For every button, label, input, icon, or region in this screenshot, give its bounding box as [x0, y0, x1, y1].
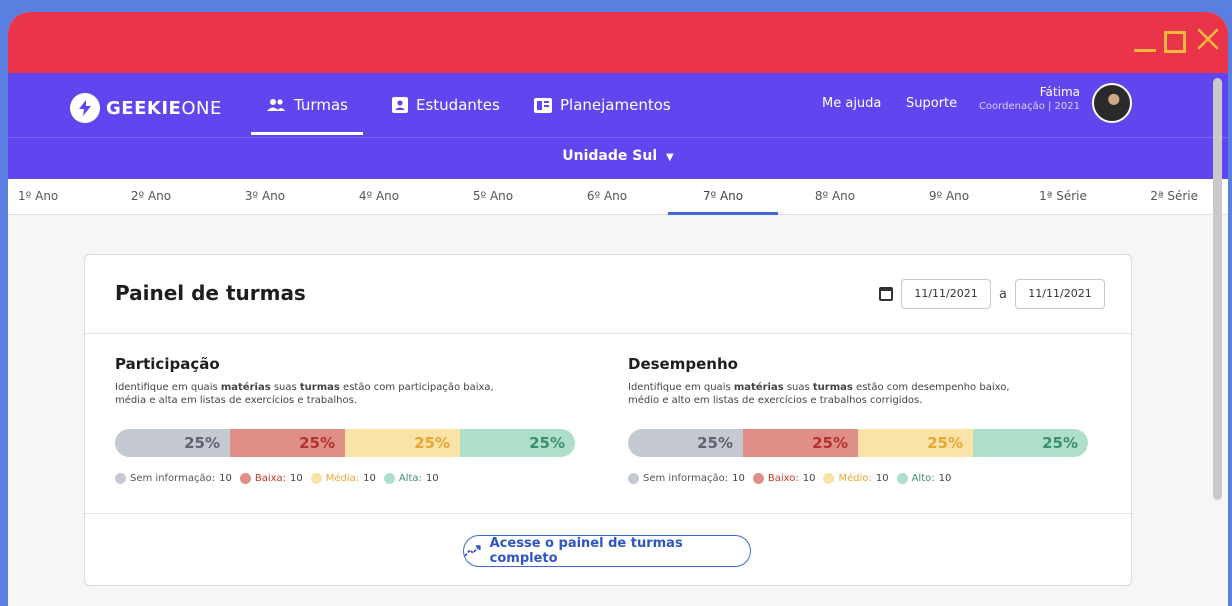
calendar-icon[interactable]	[879, 287, 894, 301]
date-range: 11/11/2021 a 11/11/2021	[879, 279, 1105, 309]
maximize-icon[interactable]	[1164, 31, 1186, 53]
minimize-icon[interactable]	[1134, 49, 1156, 52]
legend-count: 10	[802, 473, 816, 484]
legend-dot	[383, 473, 395, 484]
grade-tab[interactable]: 1ª Série	[1008, 179, 1118, 215]
vertical-scrollbar[interactable]	[1213, 78, 1222, 500]
caret-down-icon: ▼	[666, 152, 674, 163]
user-name: Fátima	[1039, 85, 1080, 99]
lightning-icon	[70, 93, 100, 123]
grade-tab[interactable]: 6º Ano	[552, 179, 662, 215]
legend-count: 10	[938, 473, 952, 484]
divider	[85, 333, 1131, 334]
participation-title: Participação	[115, 355, 220, 373]
app-window: GEEKIEONE Turmas Estudantes Planejamento…	[8, 12, 1228, 606]
student-card-icon	[392, 97, 408, 113]
legend-dot	[310, 473, 322, 484]
participation-bar: 25% 25% 25% 25%	[115, 429, 575, 457]
support-link[interactable]: Suporte	[906, 96, 957, 111]
legend-label: Médio:	[838, 473, 872, 484]
grade-tab[interactable]: 2º Ano	[96, 179, 206, 215]
user-role: Coordenação | 2021	[978, 101, 1080, 112]
unit-selector-label: Unidade Sul	[562, 148, 658, 164]
legend-dot	[115, 473, 126, 484]
grade-tab[interactable]: 5º Ano	[438, 179, 548, 215]
performance-bar: 25% 25% 25% 25%	[628, 429, 1088, 457]
tab-estudantes-label: Estudantes	[416, 96, 500, 114]
bar-segment: 25%	[858, 429, 973, 457]
legend-count: 10	[290, 473, 303, 484]
legend-dot	[239, 473, 251, 484]
legend-count: 10	[875, 473, 889, 484]
bar-segment: 25%	[973, 429, 1088, 457]
legend-label: Baixo:	[767, 473, 799, 484]
legend-label: Alta:	[398, 473, 422, 484]
logo-text: GEEKIEONE	[106, 97, 222, 119]
bar-segment: 25%	[115, 429, 230, 457]
participation-section: Participação Identifique em quais matéri…	[115, 355, 575, 484]
legend-label: Sem informação:	[130, 473, 216, 484]
tab-planejamentos-label: Planejamentos	[560, 96, 671, 114]
participation-description: Identifique em quais matérias suas turma…	[115, 382, 494, 406]
tab-turmas[interactable]: Turmas	[251, 73, 363, 137]
date-to-input[interactable]: 11/11/2021	[1015, 279, 1105, 309]
planner-icon	[534, 97, 552, 113]
legend-dot	[896, 473, 908, 484]
grade-tab[interactable]: 1º Ano	[8, 179, 68, 215]
unit-bar: Unidade Sul ▼	[8, 137, 1228, 179]
performance-description: Identifique em quais matérias suas turma…	[628, 382, 1010, 406]
legend-label: Sem informação:	[643, 473, 729, 484]
top-navbar: GEEKIEONE Turmas Estudantes Planejamento…	[8, 73, 1228, 137]
legend-label: Média:	[325, 473, 360, 484]
legend-label: Alto:	[911, 473, 935, 484]
grade-tab[interactable]: 2ª Série	[1116, 179, 1206, 215]
bar-segment: 25%	[628, 429, 743, 457]
close-icon[interactable]	[1196, 27, 1220, 51]
active-tab-indicator	[251, 132, 363, 135]
legend-dot	[628, 473, 639, 484]
legend-count: 10	[363, 473, 376, 484]
bar-segment: 25%	[460, 429, 575, 457]
legend-label: Baixa:	[254, 473, 287, 484]
tab-planejamentos[interactable]: Planejamentos	[534, 73, 671, 137]
unit-selector[interactable]: Unidade Sul ▼	[8, 148, 1228, 164]
legend-dot	[752, 473, 764, 484]
grade-tab[interactable]: 8º Ano	[780, 179, 890, 215]
grade-tab[interactable]: 9º Ano	[894, 179, 1004, 215]
bar-segment: 25%	[743, 429, 858, 457]
bar-segment: 25%	[230, 429, 345, 457]
legend-dot	[823, 473, 835, 484]
window-titlebar	[8, 12, 1228, 73]
date-from-input[interactable]: 11/11/2021	[901, 279, 992, 309]
class-panel-card: Painel de turmas 11/11/2021 a 11/11/2021…	[84, 254, 1132, 586]
page-title: Painel de turmas	[115, 281, 306, 305]
geekie-logo[interactable]: GEEKIEONE	[70, 93, 222, 123]
bar-segment: 25%	[345, 429, 460, 457]
help-link[interactable]: Me ajuda	[822, 96, 881, 111]
legend-count: 10	[219, 473, 232, 484]
performance-legend: Sem informação: 10 Baixo: 10 Médio: 10 Alto: 10	[628, 473, 951, 484]
trend-chart-icon	[464, 545, 481, 557]
grade-tabs: 1º Ano 2º Ano 3º Ano 4º Ano 5º Ano 6º Ano 7º A…	[8, 179, 1228, 215]
open-full-panel-label: Acesse o painel de turmas completo	[489, 536, 683, 566]
performance-title: Desempenho	[628, 355, 738, 373]
people-icon	[267, 99, 286, 111]
grade-tab[interactable]: 3º Ano	[210, 179, 320, 215]
divider	[85, 513, 1131, 514]
grade-tab[interactable]: 4º Ano	[324, 179, 434, 215]
participation-legend: Sem informação: 10 Baixa: 10 Média: 10 Alta: 10	[115, 473, 439, 484]
performance-section: Desempenho Identifique em quais matérias…	[628, 355, 1088, 484]
legend-count: 10	[425, 473, 439, 484]
tab-estudantes[interactable]: Estudantes	[392, 73, 500, 137]
date-separator: a	[999, 286, 1007, 302]
user-info[interactable]: Fátima Coordenação | 2021	[979, 85, 1080, 112]
grade-tab[interactable]: 7º Ano	[668, 179, 778, 215]
avatar[interactable]	[1092, 83, 1132, 123]
open-full-panel-button[interactable]: Acesse o painel de turmas completo	[463, 535, 751, 567]
legend-count: 10	[732, 473, 745, 484]
tab-turmas-label: Turmas	[294, 96, 348, 114]
